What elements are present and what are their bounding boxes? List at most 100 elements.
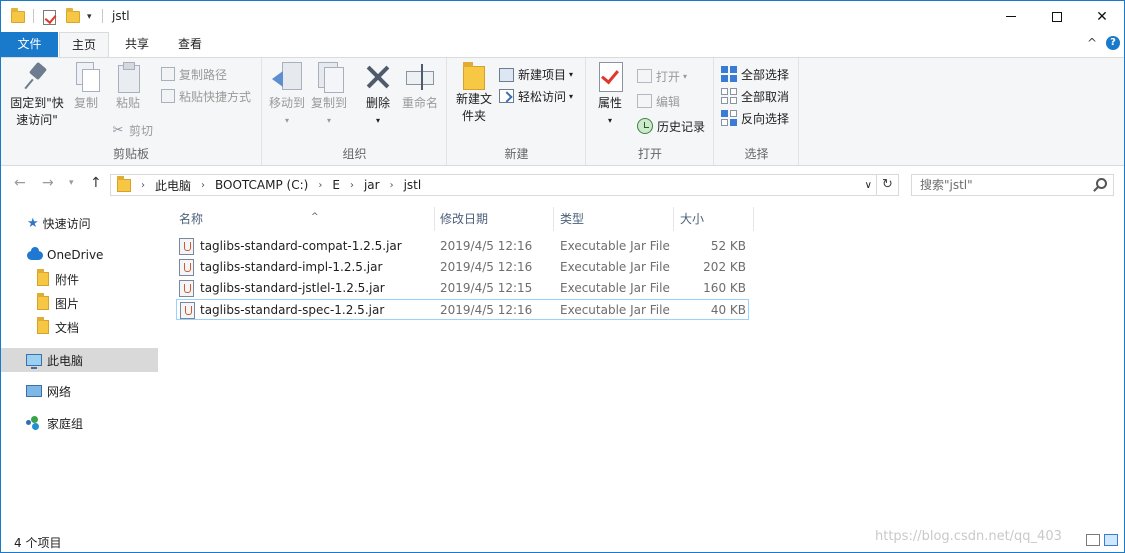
sort-ascending-icon: ^ [311,212,319,222]
breadcrumb-e[interactable]: E [332,178,340,192]
file-row[interactable]: taglibs-standard-compat-1.2.5.jar 2019/4… [176,236,749,257]
tab-home[interactable]: 主页 [59,32,109,58]
invert-selection-button[interactable]: 反向选择 [721,108,789,128]
customize-toolbar-chevron-icon[interactable]: ▾ [87,7,92,27]
nav-item-this-pc[interactable]: 此电脑 [1,348,158,372]
rename-icon [405,62,435,92]
delete-label: 删除 [365,96,390,110]
minimize-icon [1006,16,1016,17]
search-icon[interactable] [1096,178,1107,189]
cut-button[interactable]: ✂ 剪切 [111,120,153,140]
help-button[interactable]: ? [1106,36,1120,50]
breadcrumb-chevron-icon[interactable]: › [390,180,394,191]
minimize-button[interactable] [988,1,1034,32]
nav-item-quick-access[interactable]: ★ 快速访问 [1,211,158,235]
ribbon: 固定到"快速访问" 复制 粘贴 复制路径 粘贴快捷方式 ✂ 剪切 剪贴板 移动到… [1,57,1124,166]
breadcrumb-jstl[interactable]: jstl [404,178,422,192]
file-size: 40 KB [710,303,746,317]
column-header-modified[interactable]: 修改日期 [434,207,554,231]
column-header-type[interactable]: 类型 [554,207,674,231]
rename-button[interactable]: 重命名 [400,62,440,112]
folder-icon [117,175,131,192]
ribbon-tabs: 文件 主页 共享 查看 ^ ? [1,32,1124,58]
breadcrumb-this-pc[interactable]: 此电脑 [155,177,191,194]
file-modified: 2019/4/5 12:15 [440,281,533,295]
breadcrumb-chevron-icon[interactable]: › [318,180,322,191]
collapse-ribbon-chevron-icon[interactable]: ^ [1087,36,1097,50]
column-header-label: 修改日期 [440,212,489,226]
edit-button[interactable]: 编辑 [637,91,680,111]
close-button[interactable]: ✕ [1079,1,1125,32]
delete-icon [363,62,393,92]
address-bar[interactable]: › 此电脑 › BOOTCAMP (C:) › E › jar › jstl ∨ [110,174,877,196]
properties-button[interactable]: 属性 ▾ [593,62,627,129]
paste-shortcut-label: 粘贴快捷方式 [179,89,252,104]
recent-locations-chevron-icon[interactable]: ▾ [69,178,74,188]
open-group: 属性 ▾ 打开 ▾ 编辑 历史记录 打开 [587,58,714,165]
paste-button[interactable]: 粘贴 [111,62,145,112]
history-button[interactable]: 历史记录 [637,116,705,136]
nav-item-documents[interactable]: 文档 [1,315,158,339]
address-history-chevron-icon[interactable]: ∨ [865,180,872,191]
nav-item-onedrive[interactable]: OneDrive [1,243,158,267]
new-item-button[interactable]: 新建项目 ▾ [499,64,573,84]
copy-to-chevron-icon: ▾ [326,116,331,125]
open-group-label: 打开 [637,147,662,161]
help-icon: ? [1106,36,1120,50]
tab-view[interactable]: 查看 [167,32,213,57]
breadcrumb-chevron-icon[interactable]: › [350,180,354,191]
select-none-button[interactable]: 全部取消 [721,86,789,106]
properties-quick-icon[interactable] [43,7,56,27]
file-row[interactable]: taglibs-standard-spec-1.2.5.jar 2019/4/5… [176,299,749,320]
file-modified: 2019/4/5 12:16 [440,260,533,274]
breadcrumb-chevron-icon[interactable]: › [141,180,145,191]
nav-item-attachments[interactable]: 附件 [1,267,158,291]
file-row[interactable]: taglibs-standard-jstlel-1.2.5.jar 2019/4… [176,278,749,299]
new-folder-quick-icon[interactable] [66,7,80,27]
column-header-size[interactable]: 大小 [674,207,754,231]
copy-button[interactable]: 复制 [69,62,103,112]
search-input[interactable]: 搜索"jstl" [911,174,1114,196]
copy-to-button[interactable]: 复制到 ▾ [309,62,349,129]
file-type: Executable Jar File [560,303,670,317]
easy-access-button[interactable]: 轻松访问 ▾ [499,86,573,106]
copy-icon [74,62,100,92]
new-folder-button[interactable]: 新建文件夹 [454,62,494,125]
jar-file-icon [179,259,194,276]
nav-item-pictures[interactable]: 图片 [1,291,158,315]
invert-selection-icon [721,110,737,126]
properties-chevron-icon: ▾ [607,116,612,125]
open-icon [637,69,652,83]
delete-button[interactable]: 删除 ▾ [359,62,397,129]
address-row: ← → ▾ ↑ › 此电脑 › BOOTCAMP (C:) › E › jar … [1,167,1124,203]
maximize-button[interactable] [1034,1,1080,32]
back-arrow-icon[interactable]: ← [14,175,26,191]
maximize-icon [1052,11,1062,22]
details-view-icon[interactable] [1086,534,1100,546]
jar-file-icon [179,238,194,255]
breadcrumb-chevron-icon[interactable]: › [201,180,205,191]
move-to-button[interactable]: 移动到 ▾ [267,62,307,129]
paste-shortcut-button[interactable]: 粘贴快捷方式 [161,86,251,106]
large-icons-view-icon[interactable] [1104,534,1118,546]
copy-path-button[interactable]: 复制路径 [161,64,227,84]
file-row[interactable]: taglibs-standard-impl-1.2.5.jar 2019/4/5… [176,257,749,278]
open-button[interactable]: 打开 ▾ [637,66,687,86]
select-none-label: 全部取消 [741,89,790,104]
nav-item-homegroup[interactable]: 家庭组 [1,411,158,435]
pin-to-quick-access-button[interactable]: 固定到"快速访问" [6,62,68,129]
up-arrow-icon[interactable]: ↑ [90,175,102,191]
breadcrumb-bootcamp[interactable]: BOOTCAMP (C:) [215,178,308,192]
column-header-name[interactable]: ^ 名称 [173,207,435,231]
nav-item-network[interactable]: 网络 [1,379,158,403]
refresh-icon[interactable]: ↻ [877,174,899,196]
breadcrumb-jar[interactable]: jar [364,178,380,192]
forward-arrow-icon[interactable]: → [42,175,54,191]
file-type: Executable Jar File [560,260,670,274]
file-type: Executable Jar File [560,239,670,253]
tab-share[interactable]: 共享 [114,32,160,57]
select-all-button[interactable]: 全部选择 [721,64,789,84]
history-icon [637,118,653,134]
tab-file[interactable]: 文件 [1,32,58,57]
jar-file-icon [180,302,195,319]
